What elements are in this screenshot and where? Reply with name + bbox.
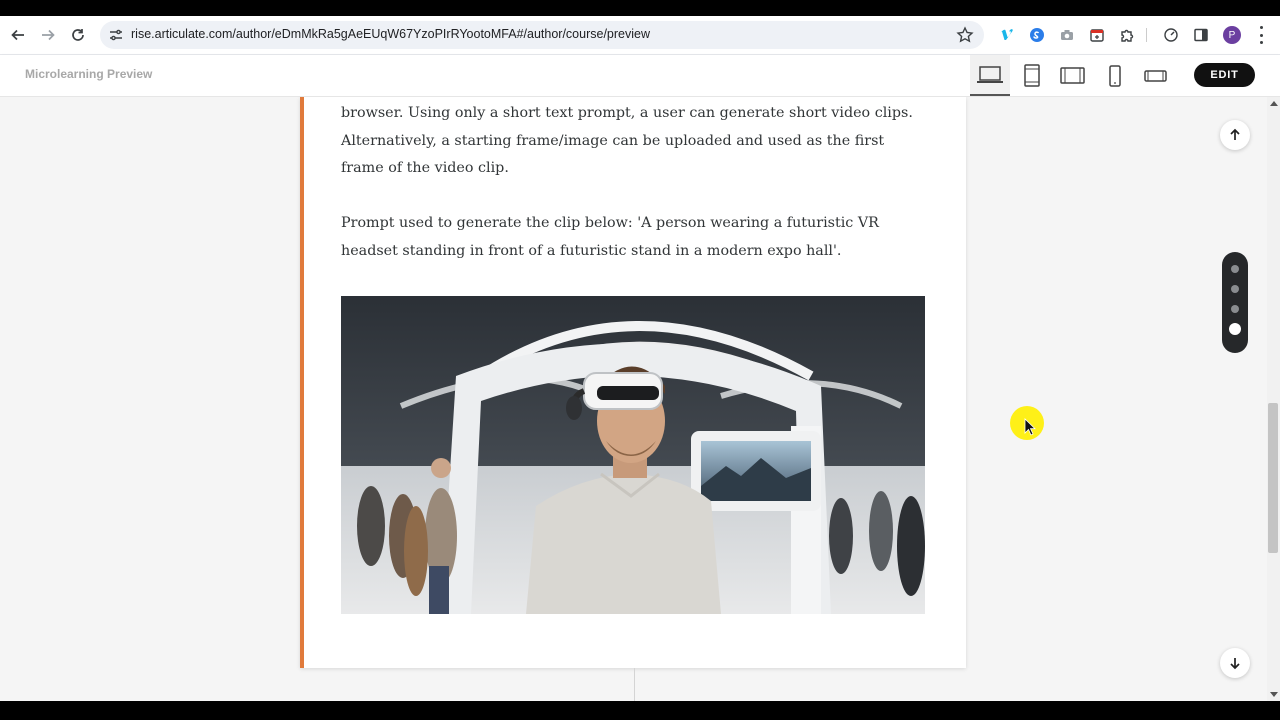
side-panel-icon[interactable]	[1192, 26, 1210, 44]
vr-expo-image	[341, 296, 925, 614]
scrollbar-thumb[interactable]	[1268, 403, 1278, 553]
lesson-progress-nav	[1222, 252, 1248, 353]
sync-icon[interactable]	[1028, 26, 1046, 44]
tablet-landscape-icon	[1060, 66, 1085, 84]
lesson-nav-dot[interactable]	[1231, 305, 1239, 313]
arrow-up-icon	[1230, 128, 1240, 140]
scroll-to-top-button[interactable]	[1220, 120, 1250, 150]
desktop-preview-button[interactable]	[970, 55, 1010, 96]
laptop-icon	[977, 65, 1003, 83]
speed-icon[interactable]	[1162, 26, 1180, 44]
address-bar[interactable]: rise.articulate.com/author/eDmMkRa5gAeEU…	[100, 21, 984, 49]
lesson-nav-dot[interactable]	[1231, 265, 1239, 273]
content-divider	[634, 668, 635, 701]
phone-landscape-preview-button[interactable]	[1136, 55, 1176, 96]
back-arrow-icon[interactable]	[7, 24, 29, 46]
tablet-icon	[1024, 63, 1040, 87]
lesson-nav-dot-active[interactable]	[1229, 323, 1241, 335]
scroll-down-button[interactable]	[1220, 648, 1250, 678]
vimeo-icon[interactable]	[998, 26, 1016, 44]
lesson-card: browser. Using only a short text prompt,…	[300, 97, 966, 668]
phone-landscape-icon	[1144, 69, 1167, 82]
scroll-down-arrow-icon[interactable]	[1270, 692, 1278, 697]
scrollbar-track[interactable]	[1267, 97, 1280, 701]
toolbar-divider	[1146, 28, 1147, 42]
screen-bottom-border	[0, 701, 1280, 720]
preview-header: Microlearning Preview EDIT	[0, 55, 1280, 97]
tune-icon[interactable]	[108, 27, 124, 43]
screen-top-border	[0, 0, 1280, 16]
tablet-landscape-preview-button[interactable]	[1053, 55, 1093, 96]
course-content-area: browser. Using only a short text prompt,…	[0, 97, 1267, 701]
phone-portrait-preview-button[interactable]	[1095, 55, 1135, 96]
mouse-pointer-icon	[1024, 418, 1036, 436]
arrow-down-icon	[1230, 658, 1240, 670]
scroll-up-arrow-icon[interactable]	[1270, 101, 1278, 106]
profile-avatar[interactable]: P	[1223, 26, 1241, 44]
tablet-portrait-preview-button[interactable]	[1012, 55, 1052, 96]
edit-button[interactable]: EDIT	[1194, 63, 1255, 87]
kebab-menu-icon[interactable]	[1256, 26, 1266, 44]
url-text[interactable]: rise.articulate.com/author/eDmMkRa5gAeEU…	[131, 27, 650, 41]
puzzle-icon[interactable]	[1118, 26, 1136, 44]
browser-toolbar: rise.articulate.com/author/eDmMkRa5gAeEU…	[0, 16, 1280, 55]
prompt-paragraph: Prompt used to generate the clip below: …	[341, 215, 879, 259]
phone-icon	[1109, 64, 1121, 87]
lesson-paragraph: browser. Using only a short text prompt,…	[341, 105, 913, 177]
accent-bar	[300, 97, 304, 668]
page-title: Microlearning Preview	[25, 67, 153, 81]
forward-arrow-icon[interactable]	[37, 24, 59, 46]
calendar-icon[interactable]	[1088, 26, 1106, 44]
camera-icon[interactable]	[1058, 26, 1076, 44]
reload-icon[interactable]	[67, 24, 89, 46]
star-icon[interactable]	[956, 26, 974, 44]
lesson-nav-dot[interactable]	[1231, 285, 1239, 293]
